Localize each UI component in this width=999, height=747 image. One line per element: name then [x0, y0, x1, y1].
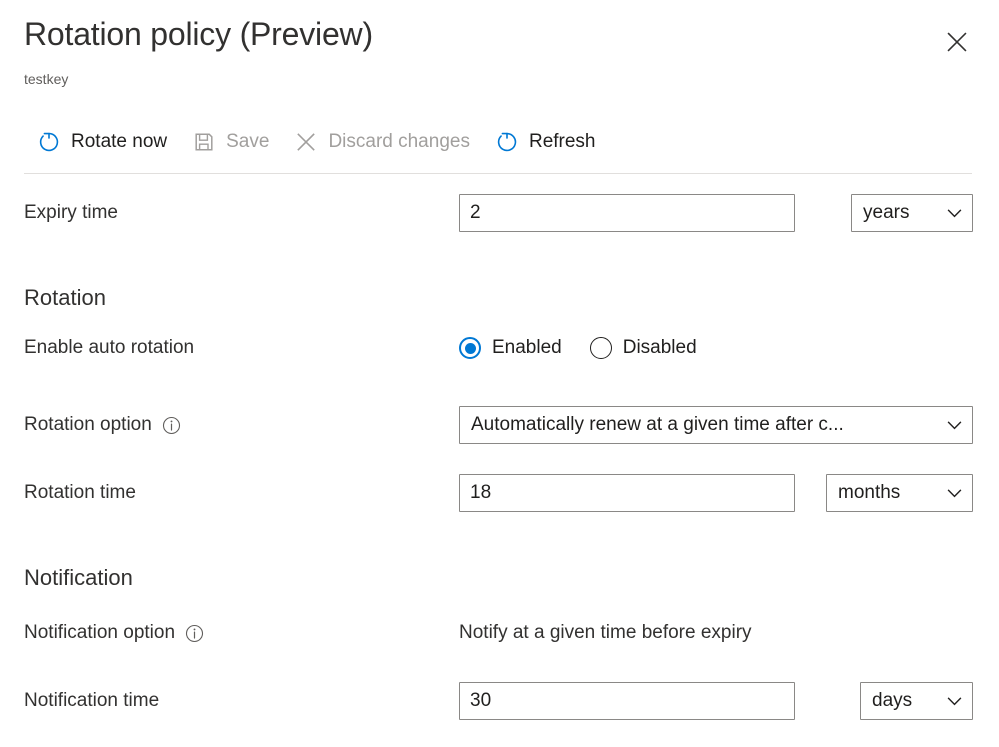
rotate-now-label: Rotate now: [71, 131, 168, 152]
expiry-time-row: Expiry time years: [0, 190, 999, 236]
discard-changes-button[interactable]: Discard changes: [281, 122, 482, 162]
info-icon[interactable]: [185, 624, 204, 643]
save-icon: [191, 129, 217, 155]
discard-x-icon: [293, 129, 319, 155]
save-button[interactable]: Save: [179, 122, 281, 162]
command-bar: Rotate now Save Discard changes Refresh: [24, 120, 608, 164]
radio-disabled-mark: [589, 337, 612, 359]
rotation-option-dropdown[interactable]: Automatically renew at a given time afte…: [459, 406, 973, 444]
chevron-down-icon: [945, 484, 963, 502]
enable-auto-rotation-label: Enable auto rotation: [24, 337, 195, 358]
chevron-down-icon: [945, 416, 963, 434]
discard-changes-label: Discard changes: [328, 131, 470, 152]
enable-auto-rotation-row: Enable auto rotation Enabled Disabled: [0, 325, 999, 371]
rotation-time-row: Rotation time months: [0, 470, 999, 516]
refresh-label: Refresh: [528, 131, 596, 152]
notification-time-label: Notification time: [24, 690, 160, 711]
expiry-time-unit-value: years: [863, 202, 910, 223]
rotation-option-label-wrap: Rotation option: [24, 414, 181, 436]
close-button[interactable]: [937, 22, 977, 62]
refresh-button[interactable]: Refresh: [482, 122, 608, 162]
radio-disabled[interactable]: Disabled: [589, 337, 697, 359]
notification-section-title: Notification: [24, 565, 133, 590]
notification-time-unit-dropdown[interactable]: days: [860, 682, 973, 720]
rotate-icon: [36, 129, 62, 155]
rotation-time-input[interactable]: [459, 474, 795, 512]
rotate-now-button[interactable]: Rotate now: [24, 122, 179, 162]
rotation-time-unit-dropdown[interactable]: months: [826, 474, 973, 512]
rotation-time-label-wrap: Rotation time: [24, 482, 136, 504]
radio-disabled-label: Disabled: [622, 337, 697, 358]
rotation-option-value: Automatically renew at a given time afte…: [471, 414, 844, 435]
refresh-icon: [494, 129, 520, 155]
notification-option-label-wrap: Notification option: [24, 622, 204, 644]
panel-header: Rotation policy (Preview) testkey: [0, 0, 999, 110]
chevron-down-icon: [945, 692, 963, 710]
rotation-option-label: Rotation option: [24, 414, 152, 435]
rotation-time-unit-value: months: [838, 482, 901, 503]
notification-time-input[interactable]: [459, 682, 795, 720]
expiry-time-label-wrap: Expiry time: [24, 202, 118, 224]
notification-time-row: Notification time days: [0, 678, 999, 724]
radio-enabled-label: Enabled: [492, 337, 562, 358]
rotation-section-title: Rotation: [24, 285, 106, 310]
expiry-time-unit-dropdown[interactable]: years: [851, 194, 973, 232]
info-icon[interactable]: [162, 416, 181, 435]
enable-auto-rotation-label-wrap: Enable auto rotation: [24, 337, 194, 359]
rotation-time-label: Rotation time: [24, 482, 136, 503]
radio-enabled-mark: [459, 337, 481, 359]
save-label: Save: [226, 131, 270, 152]
close-icon: [946, 31, 968, 53]
toolbar-divider: [24, 173, 972, 174]
enable-auto-rotation-radio-group: Enabled Disabled: [459, 337, 697, 359]
expiry-time-label: Expiry time: [24, 202, 118, 223]
expiry-time-input[interactable]: [459, 194, 795, 232]
notification-option-value: Notify at a given time before expiry: [459, 622, 752, 643]
notification-time-label-wrap: Notification time: [24, 690, 159, 712]
notification-option-row: Notification option Notify at a given ti…: [0, 610, 999, 656]
rotation-option-row: Rotation option Automatically renew at a…: [0, 402, 999, 448]
notification-option-label: Notification option: [24, 622, 176, 643]
chevron-down-icon: [945, 204, 963, 222]
page-title: Rotation policy (Preview): [24, 16, 373, 52]
notification-time-unit-value: days: [872, 690, 913, 711]
radio-enabled[interactable]: Enabled: [459, 337, 562, 359]
page-subtitle: testkey: [24, 71, 69, 87]
